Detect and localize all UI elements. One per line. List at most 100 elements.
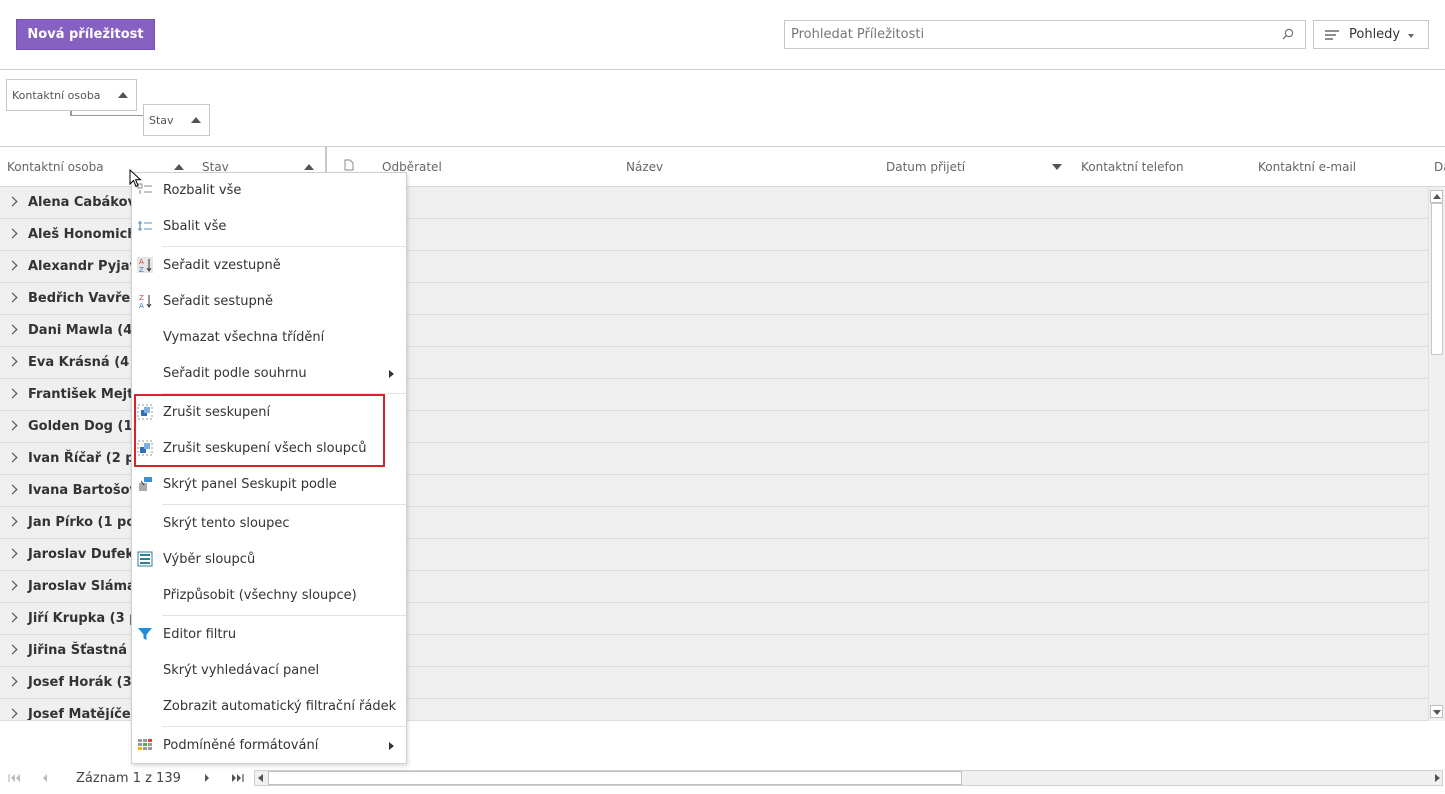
chevron-right-icon[interactable] [7,420,18,431]
group-chip-status[interactable]: Stav [143,104,210,136]
menu-separator [162,504,406,505]
chevron-right-icon[interactable] [7,484,18,495]
toolbar-divider [0,69,1445,70]
menu-item-sort-descending[interactable]: Z A Seřadit sestupně [132,284,406,320]
search-icon[interactable] [1281,27,1295,41]
group-chip-contact-person[interactable]: Kontaktní osoba [6,79,137,111]
column-header-truncated[interactable]: Da [1434,160,1445,174]
chevron-right-icon[interactable] [7,708,18,719]
mouse-cursor-icon [129,169,142,188]
menu-item-filter-editor[interactable]: Editor filtru [132,617,406,653]
views-button[interactable]: Pohledy [1313,20,1429,49]
group-row-label: Jan Pírko (1 po [28,515,136,530]
menu-item-label: Rozbalit vše [163,183,242,198]
group-row-label: Dani Mawla (4 p [28,323,147,338]
chevron-right-icon[interactable] [7,324,18,335]
svg-text:A: A [139,258,144,266]
group-row-label: Golden Dog (1 [28,419,133,434]
sort-up-icon [191,117,201,123]
chevron-right-icon[interactable] [7,644,18,655]
sort-descending-icon: Z A [139,294,152,309]
scroll-right-icon[interactable] [1435,774,1440,782]
menu-item-label: Skrýt tento sloupec [163,516,290,531]
chevron-right-icon[interactable] [7,516,18,527]
arrow-up-icon [1433,194,1441,199]
group-row-label: Alena Cabákov [28,195,136,210]
group-row-label: František Mejta [28,387,143,402]
menu-item-conditional-formatting[interactable]: Podmíněné formátování [132,728,406,764]
document-icon [344,159,354,171]
submenu-arrow-icon [389,370,394,378]
menu-separator [162,246,406,247]
svg-text:Z: Z [139,294,144,302]
header-top-line [0,146,1445,147]
group-row-label: Eva Krásná (4 p [28,355,144,370]
chevron-right-icon[interactable] [7,676,18,687]
chevron-right-icon[interactable] [7,260,18,271]
group-row-label: Bedřich Vavřen [28,291,140,306]
menu-item-label: Vymazat všechna třídění [163,330,325,345]
first-page-icon[interactable] [8,773,22,783]
next-page-icon[interactable] [203,773,211,783]
new-opportunity-button[interactable]: Nová příležitost [16,19,155,50]
group-row-label: Josef Horák (3 [28,675,132,690]
last-page-icon[interactable] [230,773,244,783]
group-row-label: Jaroslav Dufek [28,547,135,562]
chevron-right-icon[interactable] [7,388,18,399]
chevron-right-icon[interactable] [7,196,18,207]
search-input[interactable] [785,21,1265,48]
chevron-right-icon[interactable] [7,548,18,559]
menu-item-label: Seřadit vzestupně [163,258,281,273]
menu-item-show-auto-filter-row[interactable]: Zobrazit automatický filtrační řádek [132,689,406,725]
list-icon [1325,29,1339,40]
menu-item-label: Zobrazit automatický filtrační řádek [163,699,397,714]
horizontal-scroll-thumb[interactable] [268,771,962,785]
column-header-contact-person[interactable]: Kontaktní osoba [7,160,104,174]
menu-item-sort-by-summary[interactable]: Seřadit podle souhrnu [132,356,406,392]
scroll-up-button[interactable] [1430,190,1443,203]
chevron-right-icon[interactable] [7,612,18,623]
sort-down-icon [1052,164,1062,170]
menu-item-clear-sorting[interactable]: Vymazat všechna třídění [132,320,406,356]
conditional-format-icon [138,739,152,750]
submenu-arrow-icon [389,742,394,750]
chevron-right-icon[interactable] [7,356,18,367]
menu-item-hide-search-panel[interactable]: Skrýt vyhledávací panel [132,653,406,689]
menu-item-best-fit[interactable]: Přizpůsobit (všechny sloupce) [132,578,406,614]
column-chooser-icon [137,551,153,567]
arrow-down-icon [1433,710,1441,715]
group-row-label: Ivan Říčař (2 pc [28,451,143,466]
menu-item-hide-column[interactable]: Skrýt tento sloupec [132,506,406,542]
group-row-label: Aleš Honomich [28,227,137,242]
scroll-down-button[interactable] [1430,705,1443,718]
menu-item-label: Editor filtru [163,627,237,642]
chevron-right-icon[interactable] [7,452,18,463]
menu-separator [162,726,406,727]
chevron-right-icon[interactable] [7,292,18,303]
column-header-received-date[interactable]: Datum přijetí [886,160,965,174]
menu-item-column-chooser[interactable]: Výběr sloupců [132,542,406,578]
group-row-label: Jiří Krupka (3 p [28,611,139,626]
record-counter: Záznam 1 z 139 [76,771,181,786]
group-connector-h [70,115,144,116]
column-header-contact-phone[interactable]: Kontaktní telefon [1081,160,1184,174]
group-row-label: Jiřina Šťastná (4 [28,643,147,658]
menu-item-hide-group-panel[interactable]: Skrýt panel Seskupit podle [132,467,406,503]
menu-item-sort-ascending[interactable]: A Z Seřadit vzestupně [132,248,406,284]
chevron-right-icon[interactable] [7,228,18,239]
previous-page-icon[interactable] [41,773,49,783]
search-box[interactable] [784,20,1306,49]
menu-item-expand-all[interactable]: Rozbalit vše [132,173,406,209]
scroll-left-icon[interactable] [258,774,263,782]
menu-item-label: Skrýt vyhledávací panel [163,663,320,678]
filter-icon [138,628,152,640]
vertical-scroll-thumb[interactable] [1431,203,1443,355]
menu-item-label: Seřadit podle souhrnu [163,366,307,381]
column-header-contact-email[interactable]: Kontaktní e-mail [1258,160,1356,174]
sort-ascending-icon: A Z [137,257,153,273]
menu-item-collapse-all[interactable]: Sbalit vše [132,209,406,245]
group-row-label: Alexandr Pyjav [28,259,138,274]
column-header-name[interactable]: Název [626,160,663,174]
chevron-right-icon[interactable] [7,580,18,591]
collapse-all-icon [138,221,152,231]
